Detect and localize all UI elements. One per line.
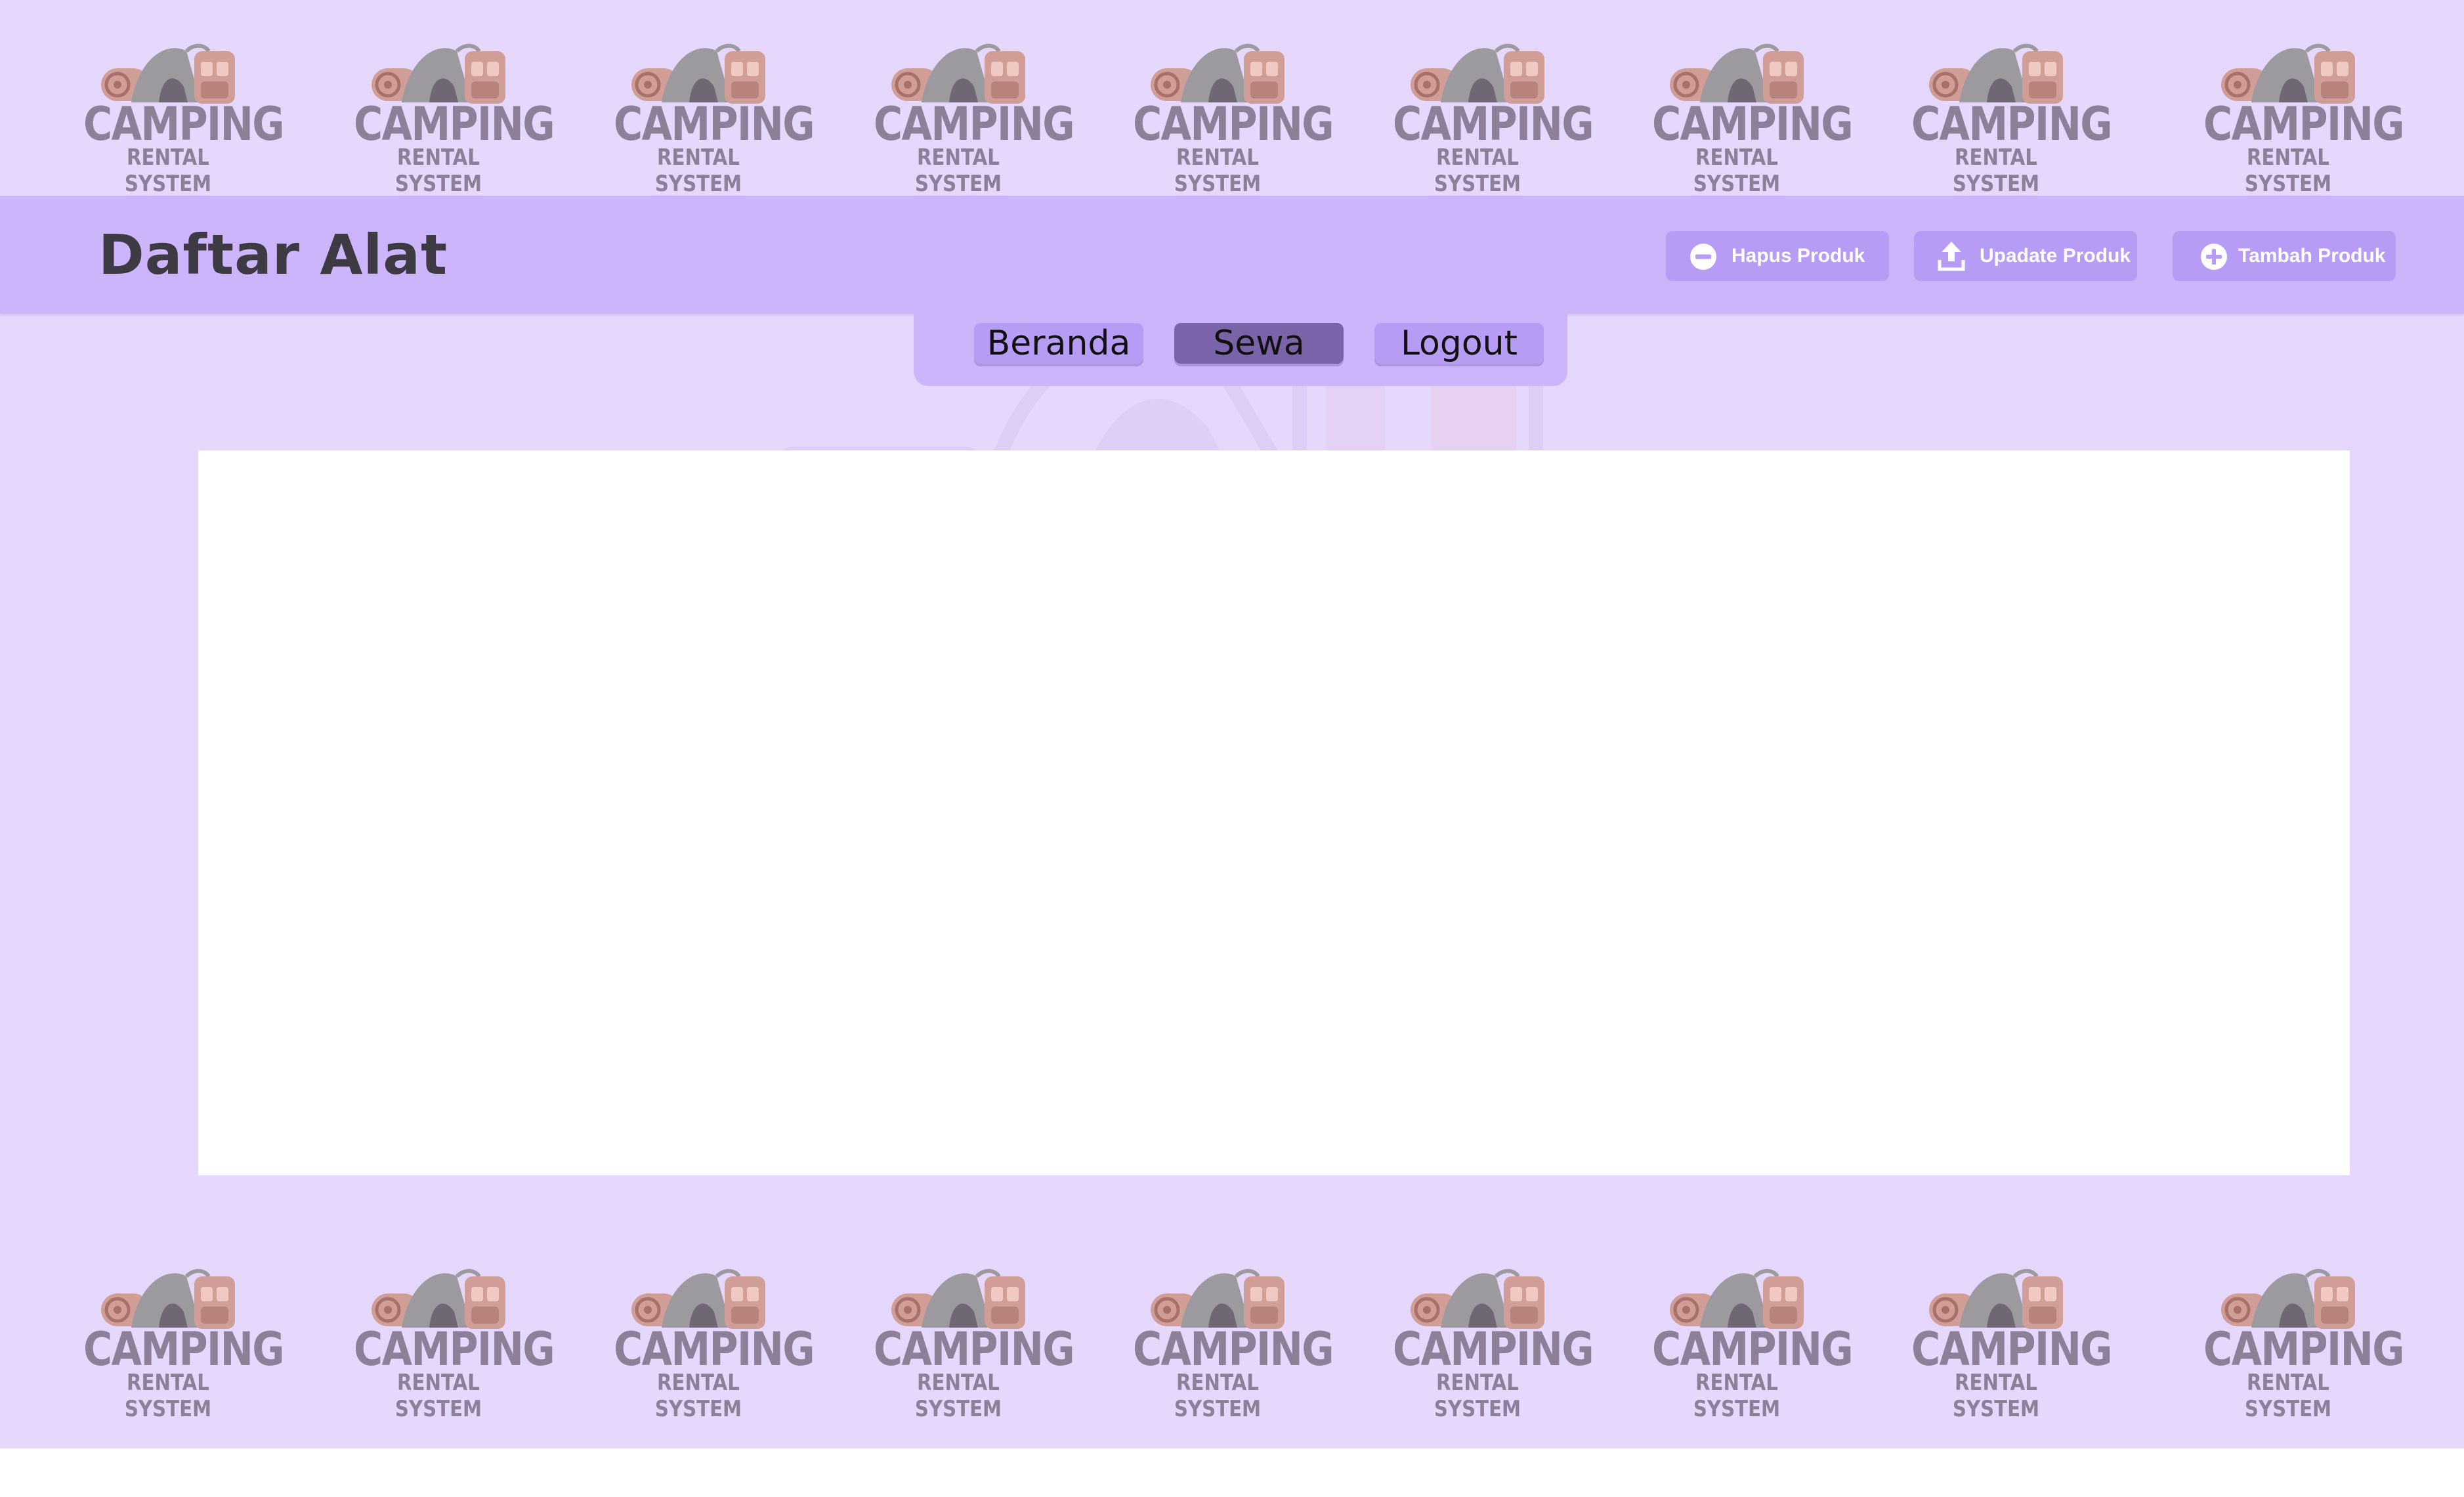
logo-title: CAMPING [1652, 1322, 1854, 1376]
logo-subtitle: RENTAL SYSTEM [394, 144, 482, 197]
logo-subtitle: RENTAL SYSTEM [914, 1370, 1002, 1422]
logo-title: CAMPING [1911, 1322, 2113, 1376]
logo-title: CAMPING [354, 1322, 555, 1376]
page-title: Daftar Alat [98, 223, 448, 287]
logo-title: CAMPING [614, 97, 815, 151]
logo-subtitle: RENTAL SYSTEM [1434, 1370, 1521, 1422]
brand-logo: CAMPING RENTAL SYSTEM [70, 33, 285, 197]
logo-title: CAMPING [83, 1322, 285, 1376]
add-product-button[interactable]: Tambah Produk [2173, 231, 2396, 281]
logo-title: CAMPING [354, 97, 555, 151]
brand-logo: CAMPING RENTAL SYSTEM [1379, 33, 1594, 197]
logo-subtitle: RENTAL SYSTEM [2244, 1370, 2332, 1422]
brand-logo: CAMPING RENTAL SYSTEM [1119, 1258, 1334, 1422]
brand-logo: CAMPING RENTAL SYSTEM [2190, 1258, 2405, 1422]
header-bar: Daftar Alat Hapus Produk Upadate Produk … [0, 196, 2464, 314]
logo-title: CAMPING [1393, 97, 1594, 151]
logo-subtitle: RENTAL SYSTEM [1693, 1370, 1781, 1422]
logo-title: CAMPING [1133, 97, 1334, 151]
logo-subtitle: RENTAL SYSTEM [124, 1370, 212, 1422]
app-screen: CAMPING RENTAL SYSTEM CAMPING RENTAL SYS… [0, 0, 2464, 1448]
brand-logo: CAMPING RENTAL SYSTEM [1638, 1258, 1854, 1422]
content-panel [198, 450, 2350, 1175]
logo-subtitle: RENTAL SYSTEM [654, 144, 742, 197]
nav-sewa[interactable]: Sewa [1174, 323, 1344, 364]
logo-subtitle: RENTAL SYSTEM [654, 1370, 742, 1422]
logo-title: CAMPING [1652, 97, 1854, 151]
logo-subtitle: RENTAL SYSTEM [1693, 144, 1781, 197]
update-product-button[interactable]: Upadate Produk [1914, 231, 2137, 281]
logo-title: CAMPING [83, 97, 285, 151]
logo-subtitle: RENTAL SYSTEM [914, 144, 1002, 197]
add-product-label: Tambah Produk [2238, 245, 2386, 267]
logo-title: CAMPING [1133, 1322, 1334, 1376]
brand-logo: CAMPING RENTAL SYSTEM [1898, 1258, 2113, 1422]
logo-subtitle: RENTAL SYSTEM [1174, 144, 1262, 197]
logo-strip-bottom: CAMPING RENTAL SYSTEM CAMPING RENTAL SYS… [0, 1258, 2464, 1422]
logo-title: CAMPING [2203, 97, 2405, 151]
brand-logo: CAMPING RENTAL SYSTEM [340, 33, 555, 197]
logo-subtitle: RENTAL SYSTEM [394, 1370, 482, 1422]
brand-logo: CAMPING RENTAL SYSTEM [2190, 33, 2405, 197]
brand-logo: CAMPING RENTAL SYSTEM [600, 1258, 815, 1422]
minus-circle-icon [1690, 244, 1716, 270]
delete-product-label: Hapus Produk [1731, 245, 1865, 267]
logo-subtitle: RENTAL SYSTEM [1434, 144, 1521, 197]
update-product-label: Upadate Produk [1980, 245, 2131, 267]
nav-beranda[interactable]: Beranda [974, 323, 1143, 364]
logo-title: CAMPING [1393, 1322, 1594, 1376]
logo-subtitle: RENTAL SYSTEM [1174, 1370, 1262, 1422]
upload-icon [1938, 242, 1965, 271]
logo-title: CAMPING [614, 1322, 815, 1376]
brand-logo: CAMPING RENTAL SYSTEM [860, 1258, 1075, 1422]
brand-logo: CAMPING RENTAL SYSTEM [1379, 1258, 1594, 1422]
brand-logo: CAMPING RENTAL SYSTEM [1638, 33, 1854, 197]
page-bottom-margin [0, 1448, 2464, 1497]
brand-logo: CAMPING RENTAL SYSTEM [1119, 33, 1334, 197]
brand-logo: CAMPING RENTAL SYSTEM [340, 1258, 555, 1422]
logo-title: CAMPING [874, 1322, 1075, 1376]
brand-logo: CAMPING RENTAL SYSTEM [70, 1258, 285, 1422]
brand-logo: CAMPING RENTAL SYSTEM [600, 33, 815, 197]
delete-product-button[interactable]: Hapus Produk [1666, 231, 1889, 281]
brand-logo: CAMPING RENTAL SYSTEM [860, 33, 1075, 197]
nav-logout[interactable]: Logout [1374, 323, 1544, 364]
logo-title: CAMPING [2203, 1322, 2405, 1376]
plus-circle-icon [2201, 244, 2227, 270]
logo-subtitle: RENTAL SYSTEM [2244, 144, 2332, 197]
logo-subtitle: RENTAL SYSTEM [124, 144, 212, 197]
main-nav: Beranda Sewa Logout [914, 314, 1567, 386]
brand-logo: CAMPING RENTAL SYSTEM [1898, 33, 2113, 197]
logo-subtitle: RENTAL SYSTEM [1952, 1370, 2040, 1422]
logo-title: CAMPING [874, 97, 1075, 151]
logo-subtitle: RENTAL SYSTEM [1952, 144, 2040, 197]
logo-strip-top: CAMPING RENTAL SYSTEM CAMPING RENTAL SYS… [0, 33, 2464, 197]
logo-title: CAMPING [1911, 97, 2113, 151]
